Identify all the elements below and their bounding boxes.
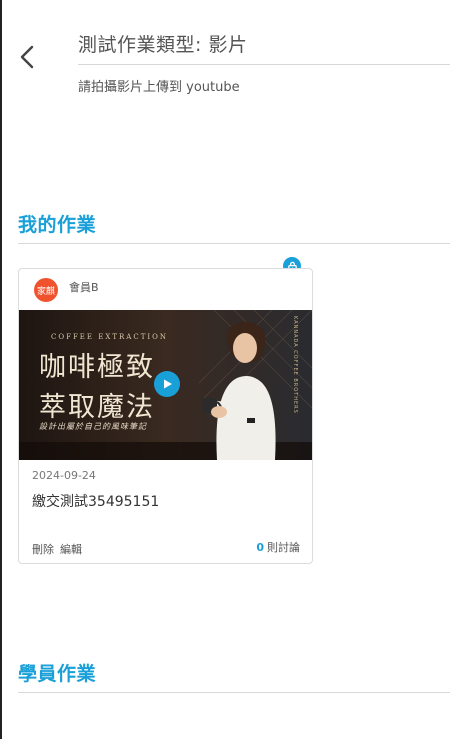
thumbnail-headline-1: 咖啡極致 [39,352,155,383]
thumbnail-headline-2: 萃取魔法 [39,392,155,423]
discussion-link[interactable]: 0 則討論 [256,539,300,555]
page-title: 測試作業類型: 影片 [78,34,248,56]
page-subtitle: 請拍攝影片上傳到 youtube [78,80,240,95]
section-divider [18,692,450,693]
chevron-left-icon [20,45,34,69]
video-thumbnail[interactable]: COFFEE EXTRACTION 咖啡極致 萃取魔法 設計出屬於自己的風味筆記… [19,310,312,460]
delete-button[interactable]: 刪除 [32,543,54,556]
edit-button[interactable]: 編輯 [60,543,82,556]
submission-card: 家麒 會員B COFFEE EXTRACTION 咖啡極致 萃取魔法 設計出屬於… [18,268,313,564]
play-button[interactable] [154,371,180,397]
discussion-count: 0 [256,541,264,554]
section-title-my-homework: 我的作業 [18,214,97,236]
section-title-student-homework: 學員作業 [18,663,97,685]
person-image [203,321,276,460]
avatar: 家麒 [34,278,58,302]
back-button[interactable] [16,44,40,70]
discussion-label: 則討論 [267,541,300,554]
thumbnail-subline: 設計出屬於自己的風味筆記 [39,422,147,431]
submission-date: 2024-09-24 [32,469,96,482]
submission-title: 繳交測試35495151 [32,494,160,510]
thumbnail-brand: KANNADA COFFEE BROTHERS [292,316,298,414]
thumbnail-caption: COFFEE EXTRACTION [51,333,168,341]
card-actions: 刪除 編輯 [32,541,88,557]
member-name: 會員B [69,281,99,294]
play-icon [164,379,172,389]
section-divider [18,243,450,244]
header-divider [78,64,450,65]
